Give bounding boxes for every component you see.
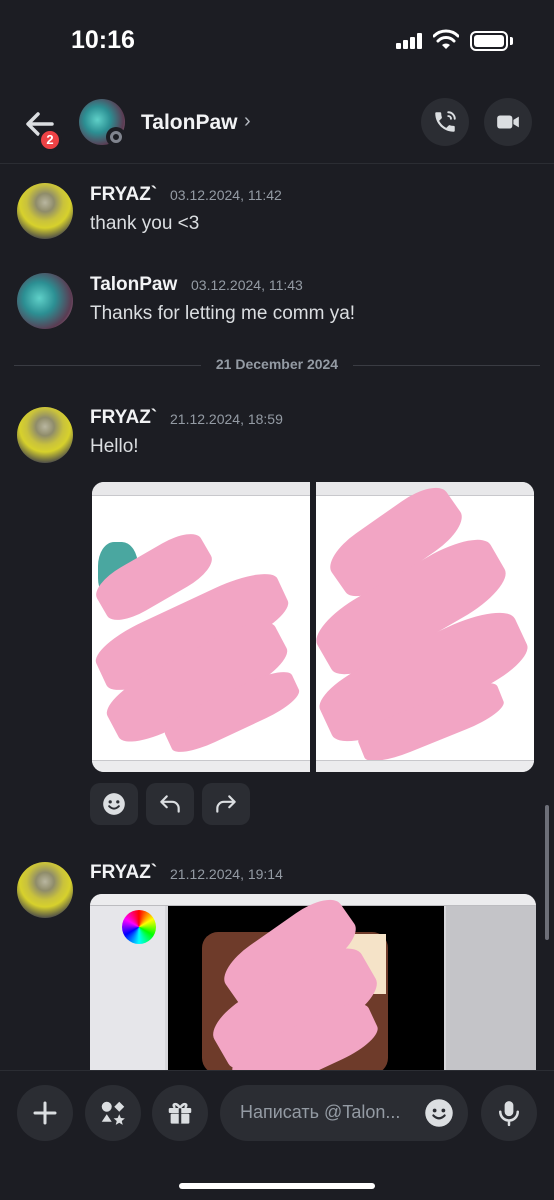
emoji-icon[interactable] xyxy=(424,1098,454,1128)
image-attachment[interactable] xyxy=(90,894,536,1074)
offline-status-icon xyxy=(106,127,126,147)
microphone-icon xyxy=(499,1101,519,1127)
message-text: thank you <3 xyxy=(90,213,200,234)
chevron-right-icon[interactable]: › xyxy=(244,110,251,133)
home-indicator[interactable] xyxy=(179,1183,375,1189)
gift-icon xyxy=(168,1103,192,1124)
wifi-icon xyxy=(433,29,459,49)
message-timestamp: 03.12.2024, 11:42 xyxy=(170,187,282,203)
add-reaction-button[interactable] xyxy=(90,783,138,825)
voice-call-button[interactable] xyxy=(421,98,469,146)
image-attachment[interactable] xyxy=(316,482,534,772)
forward-icon xyxy=(216,795,236,813)
message-author[interactable]: FRYAZ` xyxy=(90,862,157,884)
avatar[interactable] xyxy=(17,183,73,239)
message-text: Hello! xyxy=(90,436,139,457)
status-time: 10:16 xyxy=(71,26,135,54)
plus-icon xyxy=(33,1101,57,1125)
reply-button[interactable] xyxy=(146,783,194,825)
message-text: Thanks for letting me comm ya! xyxy=(90,303,356,324)
status-bar: 10:16 xyxy=(0,0,554,84)
phone-icon xyxy=(435,111,456,132)
unread-badge: 2 xyxy=(38,128,62,152)
channel-name[interactable]: TalonPaw xyxy=(141,111,237,135)
message-composer: Написать @Talon... xyxy=(0,1070,554,1200)
image-attachment[interactable] xyxy=(92,482,310,772)
message-timestamp: 21.12.2024, 19:14 xyxy=(170,866,283,882)
battery-icon xyxy=(470,31,508,51)
gift-button[interactable] xyxy=(152,1085,208,1141)
apps-icon xyxy=(101,1101,125,1125)
avatar[interactable] xyxy=(17,862,73,918)
message-author[interactable]: FRYAZ` xyxy=(90,407,157,429)
apps-button[interactable] xyxy=(85,1085,141,1141)
scrollbar[interactable] xyxy=(545,805,549,940)
forward-button[interactable] xyxy=(202,783,250,825)
chat-header: 2 TalonPaw › xyxy=(0,84,554,164)
cellular-signal-icon xyxy=(396,33,426,49)
date-divider-label: 21 December 2024 xyxy=(201,356,353,372)
avatar[interactable] xyxy=(17,273,73,329)
add-attachment-button[interactable] xyxy=(17,1085,73,1141)
reply-icon xyxy=(160,795,180,813)
video-call-button[interactable] xyxy=(484,98,532,146)
message-timestamp: 03.12.2024, 11:43 xyxy=(191,277,303,293)
message-input-placeholder: Написать @Talon... xyxy=(240,1102,401,1122)
message-timestamp: 21.12.2024, 18:59 xyxy=(170,411,283,427)
avatar[interactable] xyxy=(17,407,73,463)
emoji-icon xyxy=(103,793,125,815)
voice-message-button[interactable] xyxy=(481,1085,537,1141)
video-camera-icon xyxy=(497,115,519,129)
message-author[interactable]: TalonPaw xyxy=(90,274,177,296)
message-input[interactable]: Написать @Talon... xyxy=(220,1085,468,1141)
message-author[interactable]: FRYAZ` xyxy=(90,184,157,206)
